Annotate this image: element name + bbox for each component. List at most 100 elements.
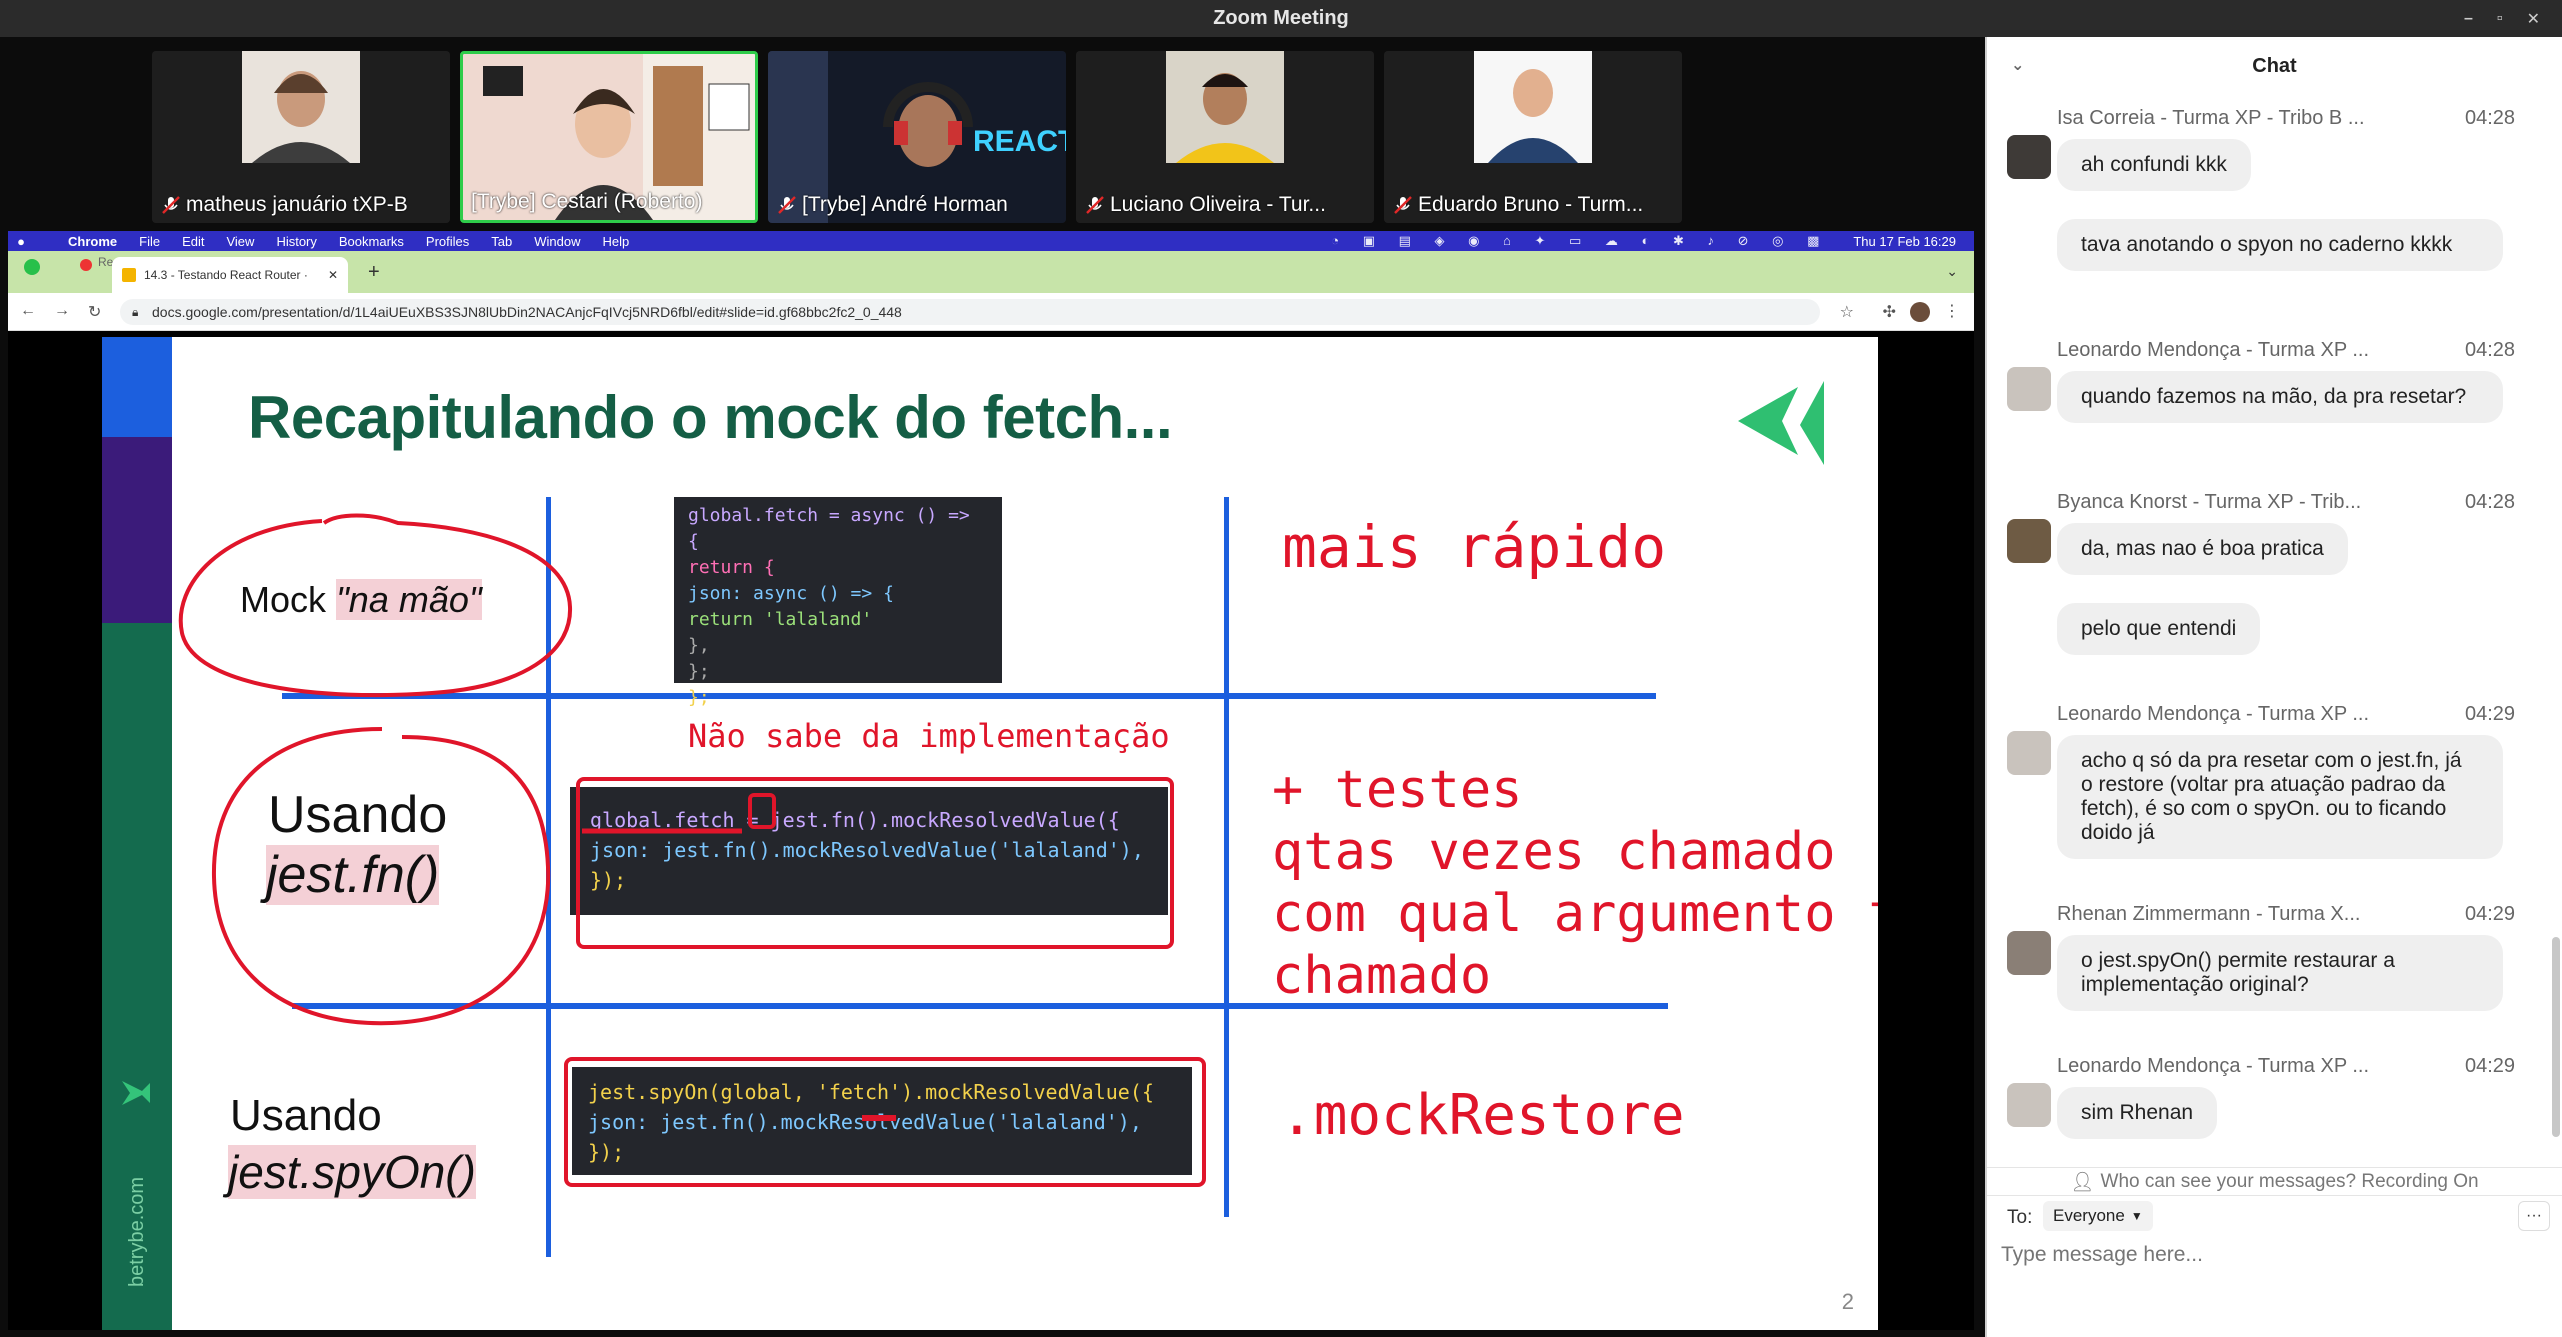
avatar	[2007, 731, 2051, 775]
menu-chrome[interactable]: Chrome	[68, 234, 117, 249]
url-input[interactable]: 🔒︎ docs.google.com/presentation/d/1L4aiU…	[120, 299, 1820, 325]
menu-edit[interactable]: Edit	[182, 234, 204, 249]
new-tab-icon[interactable]: +	[368, 261, 380, 284]
code-block-spyon: jest.spyOn(global, 'fetch').mockResolved…	[572, 1067, 1192, 1175]
slide-stripe-blue	[102, 337, 172, 437]
status-icons: ◔ ▣ ▤ ◈ ◉ ⌂ ✦ ▭ ☁ ◐ ✱ ♪ ⊘ ◎ ▩	[1331, 233, 1830, 248]
reload-icon[interactable]: ↻	[88, 302, 101, 322]
svg-text:REACT: REACT	[973, 125, 1066, 158]
participant-name: Eduardo Bruno - Turm...	[1418, 193, 1644, 216]
menu-file[interactable]: File	[139, 234, 160, 249]
maximize-button[interactable]: ▫	[2497, 10, 2503, 28]
menu-tab[interactable]: Tab	[491, 234, 512, 249]
message-bubble: tava anotando o spyon no caderno kkkk	[2057, 219, 2503, 271]
chat-header: ⌄ Chat	[1987, 37, 2562, 95]
menu-bookmarks[interactable]: Bookmarks	[339, 234, 404, 249]
to-label: To:	[2007, 1207, 2033, 1228]
message-sender: Isa Correia - Turma XP - Tribo B ...	[2057, 107, 2365, 129]
mac-menu-items: Chrome File Edit View History Bookmarks …	[68, 234, 651, 249]
brand-url: betrybe.com	[126, 1176, 148, 1287]
browser-menu-icon[interactable]: ⋮	[1944, 301, 1960, 321]
message-bubble: da, mas nao é boa pratica	[2057, 523, 2348, 575]
shield-icon	[24, 259, 40, 275]
profile-avatar[interactable]	[1910, 302, 1930, 322]
code-line: };	[688, 661, 710, 682]
code-line: },	[688, 635, 710, 656]
code-line: return 'lalaland'	[688, 609, 873, 630]
chat-scrollbar[interactable]	[2552, 937, 2560, 1137]
menu-profiles[interactable]: Profiles	[426, 234, 469, 249]
participant-tile[interactable]: Luciano Oliveira - Tur...	[1076, 51, 1374, 223]
avatar	[2007, 135, 2051, 179]
minimize-button[interactable]: –	[2464, 10, 2473, 28]
chat-panel: ⌄ Chat Isa Correia - Turma XP - Tribo B …	[1985, 37, 2562, 1337]
grid-line-vertical	[1224, 497, 1229, 1217]
participant-tile[interactable]: Eduardo Bruno - Turm...	[1384, 51, 1682, 223]
avatar	[2007, 1083, 2051, 1127]
close-button[interactable]: ✕	[2527, 9, 2540, 29]
menu-history[interactable]: History	[276, 234, 316, 249]
apple-icon[interactable]: ●	[8, 234, 34, 249]
code-block-manual-mock: global.fetch = async () => { return { js…	[674, 497, 1002, 708]
chevron-down-icon[interactable]: ⌄	[2011, 55, 2024, 75]
trybe-logo-icon	[1738, 381, 1824, 465]
menu-window[interactable]: Window	[534, 234, 580, 249]
extensions-icon[interactable]: ✣	[1883, 302, 1896, 322]
slide-title: Recapitulando o mock do fetch...	[248, 384, 1173, 451]
chat-message-input[interactable]	[2001, 1235, 2541, 1275]
participant-tile[interactable]: REACT [Trybe] André Horman	[768, 51, 1066, 223]
tab-title: 14.3 - Testando React Router ·	[144, 268, 308, 282]
code-line: });	[588, 1140, 625, 1164]
browser-tab[interactable]: 14.3 - Testando React Router · ✕	[112, 257, 348, 293]
row2-label: Usando	[268, 786, 448, 844]
message-sender: Rhenan Zimmermann - Turma X...	[2057, 903, 2361, 925]
recipient-value: Everyone	[2053, 1206, 2125, 1225]
chat-message-group: Leonardo Mendonça - Turma XP ... 04:29 a…	[2007, 703, 2547, 893]
grid-line-vertical	[546, 497, 551, 1257]
visibility-notice[interactable]: 👤︎ Who can see your messages? Recording …	[1987, 1167, 2562, 1195]
message-bubble: o jest.spyOn() permite restaurar a imple…	[2057, 935, 2503, 1011]
menu-help[interactable]: Help	[603, 234, 630, 249]
participant-name: [Trybe] Cestari (Roberto)	[471, 190, 703, 213]
participant-tile-active-speaker[interactable]: [Trybe] Cestari (Roberto)	[460, 51, 758, 223]
recipient-select[interactable]: Everyone ▼	[2043, 1201, 2153, 1231]
message-time: 04:28	[2465, 339, 2516, 361]
chat-message-group: Rhenan Zimmermann - Turma X... 04:29 o j…	[2007, 903, 2547, 1023]
message-time: 04:28	[2465, 491, 2516, 513]
more-options-button[interactable]: ···	[2518, 1201, 2550, 1231]
star-icon[interactable]: ☆	[1840, 302, 1854, 322]
message-time: 04:29	[2465, 703, 2516, 725]
row1-label-text: Mock	[240, 579, 337, 620]
browser-address-bar: ← → ↻ 🔒︎ docs.google.com/presentation/d/…	[8, 293, 1974, 331]
chat-message-group: Leonardo Mendonça - Turma XP ... 04:29 s…	[2007, 1055, 2547, 1165]
message-bubble: sim Rhenan	[2057, 1087, 2218, 1139]
tab-list-icon[interactable]: ⌄	[1946, 263, 1958, 280]
message-sender: Leonardo Mendonça - Turma XP ...	[2057, 703, 2370, 725]
slide-page-number: 2	[1841, 1289, 1854, 1314]
message-bubble: pelo que entendi	[2057, 603, 2261, 655]
participant-strip: matheus januário tXP-B [Trybe] Cestari (…	[152, 51, 1682, 223]
row2-notes: + testes qtas vezes chamado com qual arg…	[1272, 759, 1878, 1007]
url-text: docs.google.com/presentation/d/1L4aiUEuX…	[152, 304, 902, 320]
shared-screen: ● Chrome File Edit View History Bookmark…	[8, 231, 1974, 1330]
menu-view[interactable]: View	[226, 234, 254, 249]
code-line: global.fetch = jest.fn().mockResolvedVal…	[590, 808, 1120, 832]
message-time: 04:28	[2465, 107, 2516, 129]
participant-name: [Trybe] André Horman	[802, 193, 1008, 216]
chevron-down-icon: ▼	[2130, 1209, 2143, 1223]
back-icon[interactable]: ←	[20, 302, 36, 320]
code-line: json: jest.fn().mockResolvedValue('lalal…	[588, 1110, 1142, 1134]
lock-icon: 🔒︎	[132, 304, 139, 319]
close-tab-icon[interactable]: ✕	[328, 268, 338, 282]
message-bubble: ah confundi kkk	[2057, 139, 2251, 191]
row2-annotation: Não sabe da implementação	[688, 717, 1170, 755]
window-controls: – ▫ ✕	[2464, 0, 2540, 37]
meeting-stage: matheus januário tXP-B [Trybe] Cestari (…	[0, 37, 1985, 1337]
code-line: });	[590, 868, 627, 892]
participant-tile[interactable]: matheus januário tXP-B	[152, 51, 450, 223]
message-sender: Leonardo Mendonça - Turma XP ...	[2057, 1055, 2370, 1077]
forward-icon[interactable]: →	[54, 302, 70, 320]
record-icon	[80, 259, 92, 271]
chat-message-group: Byanca Knorst - Turma XP - Trib... 04:28…	[2007, 491, 2547, 681]
user-visibility-icon: 👤︎	[2070, 1171, 2095, 1193]
